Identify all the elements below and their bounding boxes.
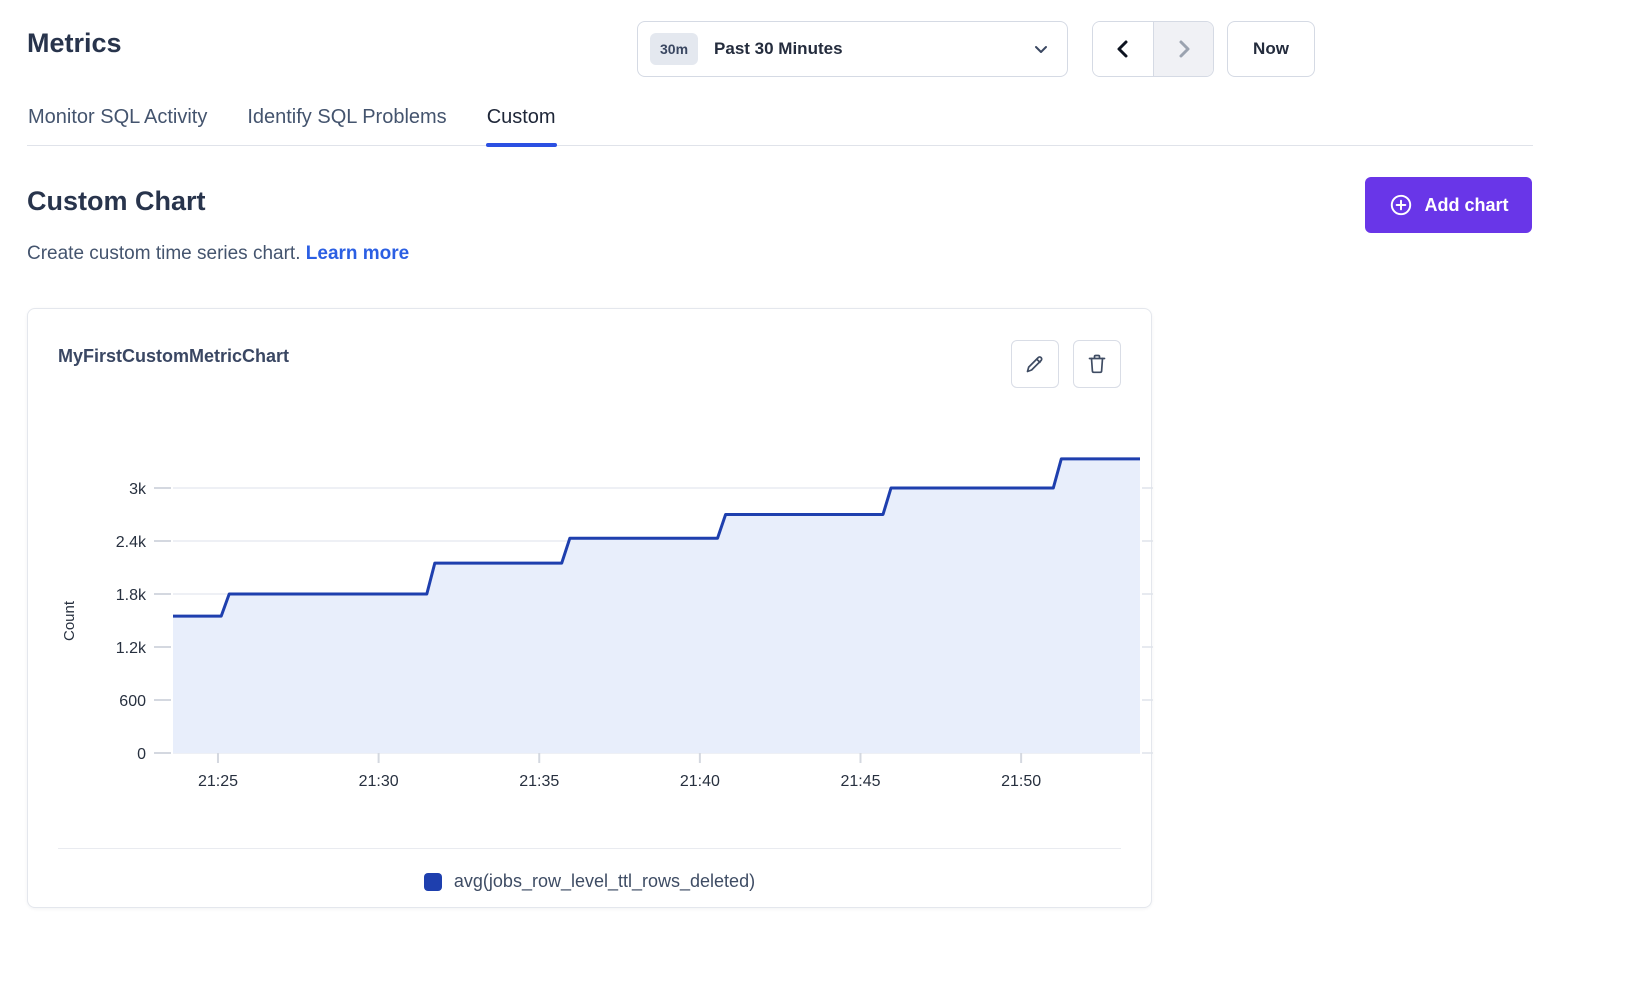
x-tick-label: 21:35 <box>519 773 559 790</box>
custom-chart-plot[interactable]: 0 600 1.2k 1.8k 2.4k 3k 21:25 21:30 21:35 21:40 21… <box>28 409 1153 809</box>
legend-swatch <box>424 873 442 891</box>
y-tick-label: 0 <box>137 746 146 763</box>
delete-chart-button[interactable] <box>1073 340 1121 388</box>
chevron-down-icon <box>1033 41 1049 57</box>
x-tick-label: 21:40 <box>680 773 720 790</box>
chart-legend: avg(jobs_row_level_ttl_rows_deleted) <box>28 871 1151 892</box>
time-pager <box>1092 21 1214 77</box>
time-range-badge: 30m <box>650 33 698 65</box>
section-subtitle: Create custom time series chart. Learn m… <box>27 243 409 265</box>
chart-card-actions <box>1011 340 1121 388</box>
legend-label: avg(jobs_row_level_ttl_rows_deleted) <box>454 871 755 892</box>
x-tick-label: 21:50 <box>1001 773 1041 790</box>
time-series-svg: 0 600 1.2k 1.8k 2.4k 3k 21:25 21:30 21:35 21:40 21… <box>28 409 1153 809</box>
x-tick-label: 21:25 <box>198 773 238 790</box>
series-area <box>173 459 1140 753</box>
learn-more-link[interactable]: Learn more <box>306 243 409 264</box>
time-range-picker[interactable]: 30m Past 30 Minutes <box>637 21 1068 77</box>
section-title: Custom Chart <box>27 186 206 217</box>
chevron-right-icon <box>1174 39 1194 59</box>
trash-icon <box>1085 352 1109 376</box>
tab-monitor-sql-activity[interactable]: Monitor SQL Activity <box>27 100 208 145</box>
pencil-icon <box>1023 352 1047 376</box>
y-tick-label: 600 <box>119 693 146 710</box>
plus-circle-icon <box>1388 192 1414 218</box>
chevron-left-icon <box>1113 39 1133 59</box>
time-next-button[interactable] <box>1153 22 1213 76</box>
chart-card-title: MyFirstCustomMetricChart <box>58 346 289 367</box>
x-tick-label: 21:30 <box>359 773 399 790</box>
x-tick-label: 21:45 <box>840 773 880 790</box>
y-axis-title: Count <box>61 600 78 641</box>
y-tick-label: 2.4k <box>116 534 147 551</box>
metrics-page: Metrics 30m Past 30 Minutes Now Monitor … <box>0 0 1650 982</box>
add-chart-label: Add chart <box>1424 195 1508 216</box>
tab-identify-sql-problems[interactable]: Identify SQL Problems <box>246 100 447 145</box>
edit-chart-button[interactable] <box>1011 340 1059 388</box>
section-subtitle-text: Create custom time series chart. <box>27 243 300 264</box>
add-chart-button[interactable]: Add chart <box>1365 177 1532 233</box>
card-divider <box>58 848 1121 849</box>
y-tick-label: 1.2k <box>116 640 147 657</box>
chart-card: MyFirstCustomMetricChart 0 600 1.2k 1.8k 2.4… <box>27 308 1152 908</box>
tab-custom[interactable]: Custom <box>486 100 557 145</box>
y-tick-label: 3k <box>129 481 147 498</box>
page-title: Metrics <box>27 28 122 59</box>
time-range-label: Past 30 Minutes <box>714 39 1033 59</box>
tab-bar: Monitor SQL Activity Identify SQL Proble… <box>27 100 1533 146</box>
now-button[interactable]: Now <box>1227 21 1315 77</box>
y-tick-label: 1.8k <box>116 587 147 604</box>
time-prev-button[interactable] <box>1093 22 1153 76</box>
